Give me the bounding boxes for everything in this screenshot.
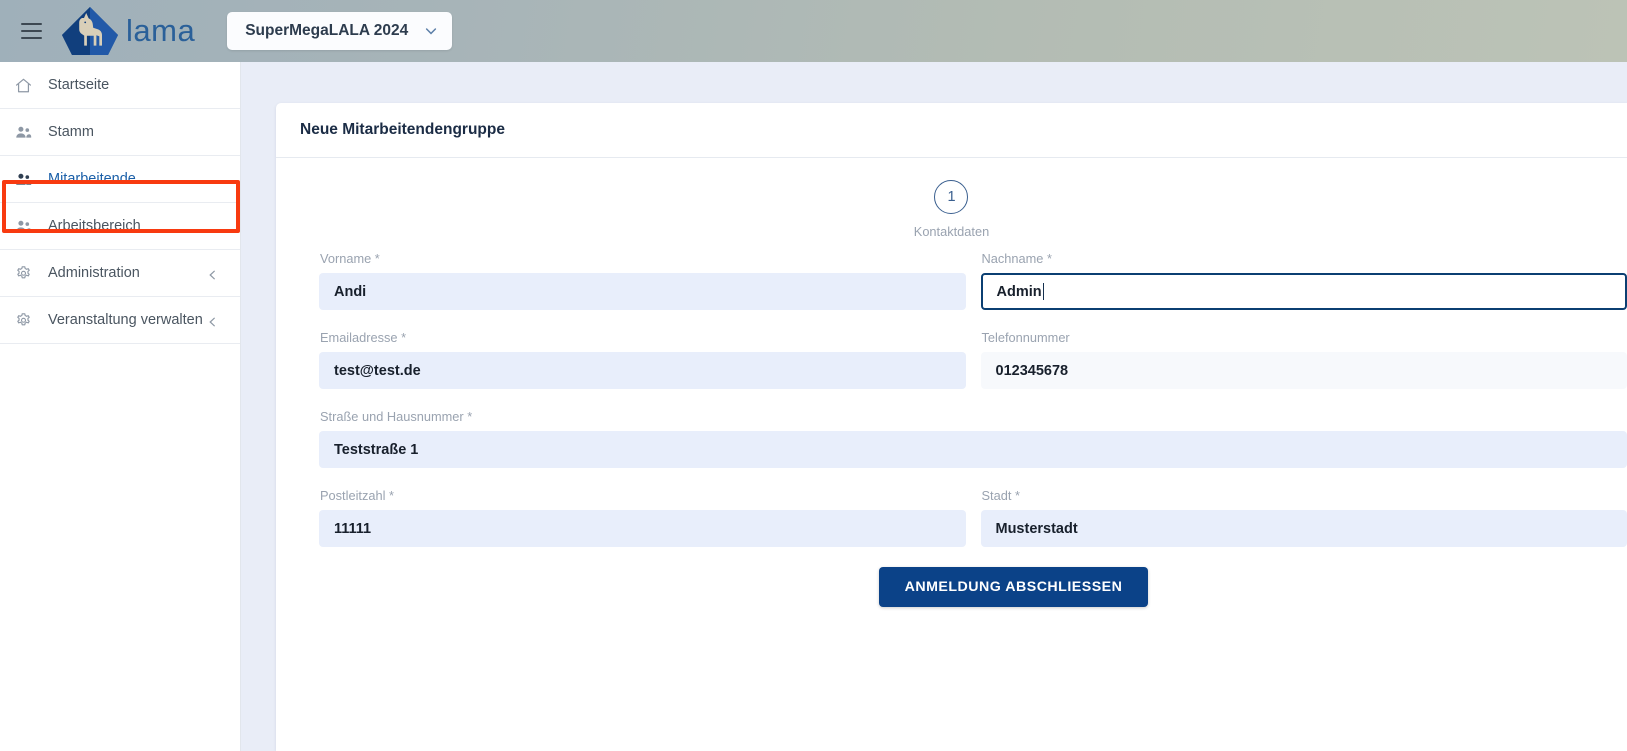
text-caret	[1042, 283, 1044, 300]
sidebar-navigation: Startseite Stamm Mitarbeitende Arbeitsbe…	[0, 62, 241, 751]
form-card: Neue Mitarbeitendengruppe 1 Kontaktdaten…	[276, 103, 1627, 751]
lama-llama-logo-icon	[60, 5, 120, 57]
field-label: Straße und Hausnummer *	[320, 409, 473, 424]
field-nachname: Nachname * Admin	[980, 251, 1627, 310]
field-emailadresse: Emailadresse * test@test.de	[319, 330, 966, 389]
telefonnummer-value: 012345678	[995, 362, 1069, 379]
field-postleitzahl: Postleitzahl * 11111	[319, 488, 966, 547]
gear-icon	[12, 262, 34, 284]
form-row: Vorname * Andi Nachname * Admin	[319, 251, 1627, 310]
field-label: Postleitzahl *	[320, 488, 394, 503]
field-stadt: Stadt * Musterstadt	[980, 488, 1627, 547]
sidebar-item-veranstaltung-verwalten[interactable]: Veranstaltung verwalten	[0, 297, 240, 344]
form-row: Postleitzahl * 11111 Stadt * Musterstadt	[319, 488, 1627, 547]
field-label: Vorname *	[320, 251, 380, 266]
telefonnummer-input[interactable]: 012345678	[980, 352, 1627, 389]
sidebar-item-arbeitsbereich[interactable]: Arbeitsbereich	[0, 203, 240, 250]
hamburger-bar	[20, 30, 42, 32]
field-telefonnummer: Telefonnummer 012345678	[980, 330, 1627, 389]
chevron-down-icon	[424, 24, 438, 38]
stepper-step-kontaktdaten[interactable]: 1 Kontaktdaten	[914, 180, 989, 239]
postleitzahl-value: 11111	[334, 520, 372, 537]
gear-icon	[12, 309, 34, 331]
home-icon	[12, 74, 34, 96]
project-selector-value: SuperMegaLALA 2024	[245, 22, 409, 39]
contact-data-form: Vorname * Andi Nachname * Admin Emailadr…	[276, 239, 1627, 607]
sidebar-item-label: Stamm	[48, 124, 94, 140]
strasse-und-hausnummer-input[interactable]: Teststraße 1	[319, 431, 1627, 468]
sidebar-item-label: Mitarbeitende	[48, 171, 136, 187]
sidebar-item-startseite[interactable]: Startseite	[0, 62, 240, 109]
form-row: Emailadresse * test@test.de Telefonnumme…	[319, 330, 1627, 389]
hamburger-bar	[20, 37, 42, 39]
field-strasse-und-hausnummer: Straße und Hausnummer * Teststraße 1	[319, 409, 1627, 468]
sidebar-item-label: Startseite	[48, 77, 110, 93]
postleitzahl-input[interactable]: 11111	[319, 510, 966, 547]
field-label: Emailadresse *	[320, 330, 407, 345]
stepper-step-number: 1	[934, 180, 969, 214]
people-icon	[12, 168, 34, 190]
sidebar-item-label: Arbeitsbereich	[48, 218, 141, 234]
brand-wordmark: lama	[126, 13, 196, 48]
field-label: Telefonnummer	[981, 330, 1070, 345]
field-vorname: Vorname * Andi	[319, 251, 966, 310]
sidebar-item-label: Veranstaltung verwalten	[48, 312, 203, 328]
people-icon	[12, 215, 34, 237]
submit-row: ANMELDUNG ABSCHLIESSEN	[319, 567, 1627, 607]
sidebar-item-label: Administration	[48, 265, 140, 281]
sidebar-item-mitarbeitende[interactable]: Mitarbeitende	[0, 156, 240, 203]
field-label: Nachname *	[981, 251, 1052, 266]
form-stepper: 1 Kontaktdaten	[276, 158, 1627, 239]
emailadresse-input[interactable]: test@test.de	[319, 352, 966, 389]
hamburger-menu-icon[interactable]	[8, 8, 54, 54]
chevron-left-icon	[207, 268, 218, 280]
field-label: Stadt *	[981, 488, 1020, 503]
page-title: Neue Mitarbeitendengruppe	[300, 121, 505, 138]
top-header-bar: lama SuperMegaLALA 2024	[0, 0, 1627, 62]
hamburger-bar	[20, 23, 42, 25]
people-icon	[12, 121, 34, 143]
form-row: Straße und Hausnummer * Teststraße 1	[319, 409, 1627, 468]
project-selector-dropdown[interactable]: SuperMegaLALA 2024	[227, 12, 453, 50]
brand-logo[interactable]: lama	[60, 5, 195, 57]
stepper-step-label: Kontaktdaten	[913, 224, 990, 239]
stadt-value: Musterstadt	[995, 520, 1078, 537]
sidebar-item-stamm[interactable]: Stamm	[0, 109, 240, 156]
chevron-left-icon	[207, 315, 218, 327]
stadt-input[interactable]: Musterstadt	[980, 510, 1627, 547]
nachname-value: Admin	[996, 283, 1042, 300]
sidebar-item-administration[interactable]: Administration	[0, 250, 240, 297]
strasse-und-hausnummer-value: Teststraße 1	[334, 441, 419, 458]
emailadresse-value: test@test.de	[334, 362, 421, 379]
nachname-input[interactable]: Admin	[980, 273, 1627, 310]
vorname-input[interactable]: Andi	[319, 273, 966, 310]
vorname-value: Andi	[334, 283, 367, 300]
card-header: Neue Mitarbeitendengruppe	[276, 103, 1627, 158]
anmeldung-abschliessen-button[interactable]: ANMELDUNG ABSCHLIESSEN	[878, 567, 1149, 607]
app-root: lama SuperMegaLALA 2024 Startseite Stamm…	[0, 0, 1627, 751]
